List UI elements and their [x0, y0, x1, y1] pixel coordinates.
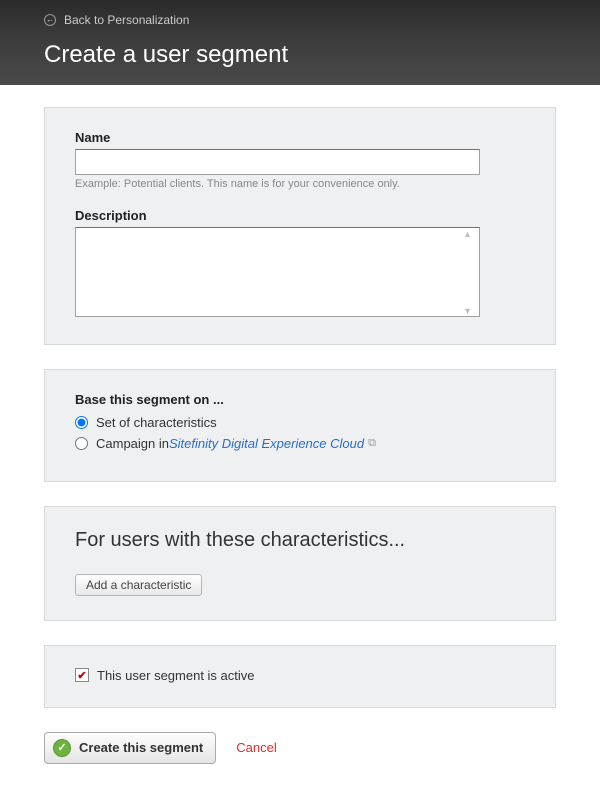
name-input[interactable] — [75, 149, 480, 175]
dec-cloud-link[interactable]: Sitefinity Digital Experience Cloud — [169, 436, 364, 451]
radio-characteristics-input[interactable] — [75, 416, 88, 429]
radio-campaign[interactable]: Campaign in Sitefinity Digital Experienc… — [75, 436, 525, 451]
cancel-link[interactable]: Cancel — [236, 740, 276, 755]
name-label: Name — [75, 130, 525, 145]
back-link[interactable]: ← Back to Personalization — [44, 13, 189, 27]
description-input[interactable] — [75, 227, 480, 317]
panel-name-description: Name Example: Potential clients. This na… — [44, 107, 556, 345]
page-title: Create a user segment — [44, 41, 556, 69]
name-hint: Example: Potential clients. This name is… — [75, 178, 525, 190]
radio-campaign-input[interactable] — [75, 437, 88, 450]
create-button-label: Create this segment — [79, 740, 203, 755]
back-link-label: Back to Personalization — [64, 13, 189, 27]
panel-active: ✔ This user segment is active — [44, 645, 556, 708]
radio-campaign-prefix: Campaign in — [96, 436, 169, 451]
description-label: Description — [75, 208, 525, 223]
panel-characteristics: For users with these characteristics... … — [44, 506, 556, 621]
radio-characteristics[interactable]: Set of characteristics — [75, 415, 525, 430]
back-arrow-icon: ← — [44, 14, 56, 26]
create-segment-button[interactable]: ✓ Create this segment — [44, 732, 216, 764]
active-label: This user segment is active — [97, 668, 255, 683]
characteristics-heading: For users with these characteristics... — [75, 529, 525, 552]
check-circle-icon: ✓ — [53, 739, 71, 757]
panel-base-segment: Base this segment on ... Set of characte… — [44, 369, 556, 482]
base-label: Base this segment on ... — [75, 392, 525, 407]
active-checkbox[interactable]: ✔ — [75, 668, 89, 682]
add-characteristic-button[interactable]: Add a characteristic — [75, 574, 202, 596]
radio-characteristics-label: Set of characteristics — [96, 415, 217, 430]
external-link-icon: ⧉ — [368, 437, 376, 450]
